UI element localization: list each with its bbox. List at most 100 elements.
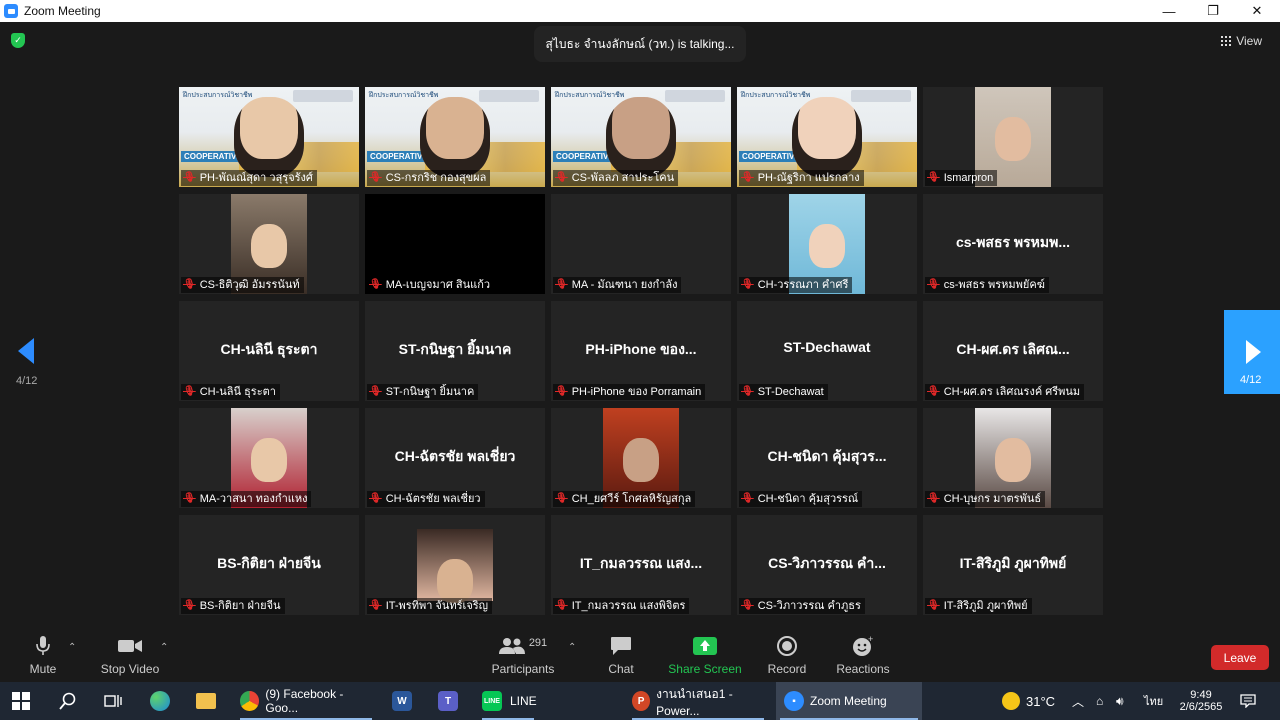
chat-label: Chat <box>608 662 634 676</box>
banner-text: ฝึกประสบการณ์วิชาชีพ <box>555 92 625 99</box>
stop-video-button[interactable]: Stop Video <box>100 630 160 682</box>
participant-tile[interactable]: CS-วิภาวรรณ คำ... 🎙︎ CS-วิภาวรรณ คำภูธร <box>737 515 917 615</box>
participant-tile[interactable]: ST-Dechawat 🎙︎ ST-Dechawat <box>737 301 917 401</box>
participant-name-label: 🎙︎ CH-ผศ.ดร เลิศณรงค์ ศรีพนม <box>925 384 1085 400</box>
word-icon[interactable]: W <box>392 682 412 720</box>
participant-name-label: 🎙︎ CS-วิภาวรรณ คำภูธร <box>739 598 865 614</box>
participant-tile[interactable]: 🎙︎ CS-ธิติวุฒิ อัมรรนันท์ <box>179 194 359 294</box>
system-clock[interactable]: 9:49 2/6/2565 <box>1172 682 1230 720</box>
participant-tile[interactable]: ฝึกประสบการณ์วิชาชีพ COOPERATIVE 🎙︎ PH-พัณณ… <box>179 87 359 187</box>
taskbar-line[interactable]: LINE LINE <box>478 682 538 720</box>
participant-display-name: cs-พสธร พรหมพ... <box>955 234 1071 250</box>
muted-mic-icon: 🎙︎ <box>555 386 568 397</box>
participant-tile[interactable]: 🎙︎ CH-บุษกร มาตรพันธ์ <box>923 408 1103 508</box>
participant-tile[interactable]: 🎙︎ MA-เบญจมาศ สินแก้ว <box>365 194 545 294</box>
file-explorer-icon[interactable] <box>196 682 216 720</box>
view-button[interactable]: View <box>1221 34 1262 48</box>
participant-tile[interactable]: CH-ฉัตรชัย พลเชี่ยว 🎙︎ CH-ฉัตรชัย พลเชี่ยว <box>365 408 545 508</box>
volume-icon[interactable]: 🔊︎ <box>1116 682 1124 720</box>
line-icon: LINE <box>482 691 502 711</box>
maximize-button[interactable]: ❐ <box>1190 0 1236 22</box>
participant-tile[interactable]: ฝึกประสบการณ์วิชาชีพ COOPERATIVE 🎙︎ CS-กรกร… <box>365 87 545 187</box>
participant-name-label: 🎙︎ ST-Dechawat <box>739 384 828 400</box>
taskbar-zoom[interactable]: ▪ Zoom Meeting <box>776 682 922 720</box>
input-language-indicator[interactable]: ไทย <box>1144 682 1163 720</box>
participants-button[interactable]: 291 Participants <box>492 630 555 682</box>
taskbar-powerpoint[interactable]: P งานนำเสนอ1 - Power... <box>628 682 768 720</box>
participant-tile[interactable]: CH-ผศ.ดร เลิศณ... 🎙︎ CH-ผศ.ดร เลิศณรงค์ ศร… <box>923 301 1103 401</box>
participant-tile[interactable]: CH-ชนิดา คุ้มสุวร... 🎙︎ CH-ชนิดา คุ้มสุวรร… <box>737 408 917 508</box>
participant-tile[interactable]: ฝึกประสบการณ์วิชาชีพ COOPERATIVE 🎙︎ CS-พัลล… <box>551 87 731 187</box>
windows-taskbar: (9) Facebook - Goo... W T LINE LINE P งา… <box>0 682 1280 720</box>
window-title: Zoom Meeting <box>24 4 101 18</box>
previous-page-icon[interactable] <box>18 338 34 364</box>
chat-button[interactable]: Chat <box>600 630 642 682</box>
participant-tile[interactable]: ฝึกประสบการณ์วิชาชีพ COOPERATIVE 🎙︎ PH-ณัฐร… <box>737 87 917 187</box>
leave-meeting-button[interactable]: Leave <box>1211 645 1269 670</box>
weather-temperature: 31°C <box>1026 693 1056 709</box>
participant-name-label: 🎙︎ CH-บุษกร มาตรพันธ์ <box>925 491 1046 507</box>
participant-tile[interactable]: 🎙︎ Ismarpron <box>923 87 1103 187</box>
minimize-button[interactable]: — <box>1146 0 1192 22</box>
participant-tile[interactable]: BS-กิติยา ฝ่ายจีน 🎙︎ BS-กิติยา ฝ่ายจีน <box>179 515 359 615</box>
participant-tile[interactable]: ST-กนิษฐา ยิ้มนาค 🎙︎ ST-กนิษฐา ยิ้มนาค <box>365 301 545 401</box>
participant-tile[interactable]: 🎙︎ CH-วรรณภา คำศรี <box>737 194 917 294</box>
participant-name-label: 🎙︎ CS-กรกริช กองสุขผล <box>367 170 491 186</box>
muted-mic-icon: 🎙︎ <box>927 279 940 290</box>
edge-browser-icon[interactable] <box>150 682 170 720</box>
audio-options-chevron-icon[interactable]: ⌃ <box>68 642 76 653</box>
video-camera-icon <box>117 634 143 658</box>
search-icon[interactable] <box>59 682 77 720</box>
security-shield-icon[interactable]: ✓ <box>11 33 25 48</box>
reactions-button[interactable]: + Reactions <box>834 630 892 682</box>
participant-face <box>437 559 473 603</box>
participant-tile[interactable]: CH-นลินี ธุระตา 🎙︎ CH-นลินี ธุระตา <box>179 301 359 401</box>
weather-widget[interactable]: 31°C <box>1002 682 1055 720</box>
participant-name-label: 🎙︎ PH-พัณณ์สุดา วสุรุจรังศ์ <box>181 170 317 186</box>
participant-name-text: MA - มัณฑนา ยงกำลัง <box>571 279 678 291</box>
participant-tile[interactable]: cs-พสธร พรหมพ... 🎙︎ cs-พสธร พรหมพยัคฆ์ <box>923 194 1103 294</box>
participant-name-text: MA-เบญจมาศ สินแก้ว <box>385 279 491 291</box>
participant-display-name: CH-ชนิดา คุ้มสุวร... <box>767 448 887 464</box>
mute-button[interactable]: Mute <box>22 630 64 682</box>
participant-name-label: 🎙︎ MA - มัณฑนา ยงกำลัง <box>553 277 682 293</box>
teams-icon[interactable]: T <box>438 682 458 720</box>
participant-name-text: IT_กมลวรรณ แสงพิจิตร <box>571 600 686 612</box>
participant-tile[interactable]: 🎙︎ IT-พรทิพา จันทร์เจริญ <box>365 515 545 615</box>
windows-start-icon[interactable] <box>12 682 30 720</box>
participant-face <box>995 438 1031 482</box>
participant-name-text: ST-Dechawat <box>757 386 824 398</box>
participant-tile[interactable]: 🎙︎ CH_ยศวีร์ โกศลหิรัญสกุล <box>551 408 731 508</box>
taskbar-zoom-label: Zoom Meeting <box>810 694 887 708</box>
meeting-toolbar: Mute ⌃ Stop Video ⌃ 291 Participants ⌃ C… <box>0 630 1280 682</box>
show-hidden-icons-chevron-icon[interactable]: ︿ <box>1072 682 1084 720</box>
video-options-chevron-icon[interactable]: ⌃ <box>160 642 168 653</box>
participant-name-label: 🎙︎ cs-พสธร พรหมพยัคฆ์ <box>925 277 1049 293</box>
participant-name-label: 🎙︎ CH-ชนิดา คุ้มสุวรรณ์ <box>739 491 863 507</box>
taskbar-facebook-label: (9) Facebook - Goo... <box>265 687 344 715</box>
muted-mic-icon: 🎙︎ <box>741 493 754 504</box>
participant-tile[interactable]: IT-สิริภูมิ ภูผาทิพย์ 🎙︎ IT-สิริภูมิ ภูผาท… <box>923 515 1103 615</box>
meeting-stage: ✓ สุไบธะ จำนงลักษณ์ (วท.) is talking... … <box>0 22 1280 630</box>
participant-name-label: 🎙︎ CS-พัลลภ สาประโคน <box>553 170 679 186</box>
participant-name-text: PH-iPhone ของ Porramain <box>571 386 702 398</box>
participant-name-label: 🎙︎ IT-พรทิพา จันทร์เจริญ <box>367 598 493 614</box>
participant-tile[interactable]: 🎙︎ MA-วาสนา ทองกำแหง <box>179 408 359 508</box>
close-button[interactable]: ✕ <box>1234 0 1280 22</box>
share-screen-button[interactable]: Share Screen <box>668 630 742 682</box>
participant-tile[interactable]: 🎙︎ MA - มัณฑนา ยงกำลัง <box>551 194 731 294</box>
participant-tile[interactable]: PH-iPhone ของ... 🎙︎ PH-iPhone ของ Porramai… <box>551 301 731 401</box>
participant-name-text: CH-ชนิดา คุ้มสุวรรณ์ <box>757 493 859 505</box>
participant-display-name: CH-ฉัตรชัย พลเชี่ยว <box>394 448 516 464</box>
record-button[interactable]: Record <box>766 630 808 682</box>
microphone-icon <box>36 634 50 658</box>
task-view-icon[interactable] <box>104 682 122 720</box>
network-icon[interactable]: ⌂ <box>1096 682 1103 720</box>
participant-tile[interactable]: IT_กมลวรรณ แสง... 🎙︎ IT_กมลวรรณ แสงพิจิตร <box>551 515 731 615</box>
muted-mic-icon: 🎙︎ <box>369 386 382 397</box>
powerpoint-icon: P <box>632 691 651 711</box>
participants-chevron-icon[interactable]: ⌃ <box>568 642 576 653</box>
taskbar-facebook-chrome[interactable]: (9) Facebook - Goo... <box>236 682 376 720</box>
next-page-button[interactable]: 4/12 <box>1224 310 1280 394</box>
notification-center-icon[interactable] <box>1240 682 1256 720</box>
